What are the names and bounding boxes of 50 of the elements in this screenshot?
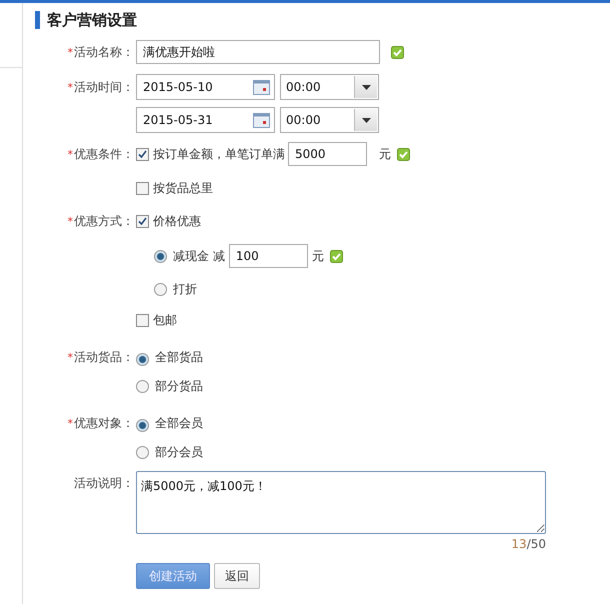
option-label: 按订单金额，单笔订单满 bbox=[153, 146, 285, 162]
amount-field[interactable]: 100 bbox=[228, 244, 308, 268]
required-marker: * bbox=[68, 148, 73, 160]
radio-button[interactable] bbox=[136, 419, 149, 432]
field-label: 活动时间： bbox=[74, 78, 134, 96]
radio-button[interactable] bbox=[154, 250, 167, 262]
required-marker: * bbox=[68, 46, 73, 58]
checkbox[interactable] bbox=[136, 148, 149, 160]
field-label: 活动名称： bbox=[74, 44, 134, 60]
radio-button[interactable] bbox=[154, 282, 167, 296]
field-label: 优惠对象： bbox=[74, 415, 134, 432]
calendar-icon[interactable] bbox=[253, 112, 270, 128]
option-label: 减现金 减 bbox=[173, 248, 225, 264]
field-label: 活动说明： bbox=[74, 475, 134, 492]
required-marker: * bbox=[68, 351, 73, 364]
unit-label: 元 bbox=[379, 146, 391, 162]
option-label: 全部货品 bbox=[155, 349, 203, 366]
back-button[interactable]: 返回 bbox=[214, 563, 260, 589]
checkbox[interactable] bbox=[136, 214, 149, 228]
date-field[interactable]: 2015-05-10 bbox=[136, 74, 275, 100]
amount-field[interactable]: 5000 bbox=[288, 142, 367, 166]
checkbox[interactable] bbox=[136, 182, 149, 194]
radio-button[interactable] bbox=[136, 446, 149, 458]
page-title: 客户营销设置 bbox=[35, 11, 137, 29]
option-label: 部分货品 bbox=[155, 378, 203, 394]
name-field[interactable]: 满优惠开始啦 bbox=[136, 40, 380, 64]
description-field[interactable]: 满5000元，减100元！ bbox=[136, 471, 546, 534]
option-label: 按货品总里 bbox=[153, 180, 213, 196]
radio-button[interactable] bbox=[136, 353, 149, 366]
time-select[interactable]: 00:00 bbox=[280, 107, 379, 133]
dropdown-arrow-icon bbox=[362, 118, 370, 122]
field-label: 优惠条件： bbox=[74, 146, 134, 162]
radio-button[interactable] bbox=[136, 380, 149, 392]
field-label: 活动货品： bbox=[74, 349, 134, 366]
checkbox[interactable] bbox=[136, 314, 149, 326]
time-select[interactable]: 00:00 bbox=[280, 74, 379, 100]
option-label: 部分会员 bbox=[155, 444, 203, 460]
char-counter: 13/50 bbox=[510, 537, 546, 551]
date-field[interactable]: 2015-05-31 bbox=[136, 107, 275, 133]
required-marker: * bbox=[68, 80, 73, 94]
option-label: 包邮 bbox=[153, 312, 177, 328]
dropdown-arrow-icon bbox=[362, 84, 370, 90]
option-label: 全部会员 bbox=[155, 415, 203, 432]
field-label: 优惠方式： bbox=[74, 212, 134, 230]
required-marker: * bbox=[68, 214, 73, 228]
option-label: 打折 bbox=[173, 280, 197, 298]
required-marker: * bbox=[68, 417, 73, 430]
unit-label: 元 bbox=[312, 248, 324, 264]
calendar-icon[interactable] bbox=[253, 80, 270, 94]
option-label: 价格优惠 bbox=[153, 212, 201, 230]
